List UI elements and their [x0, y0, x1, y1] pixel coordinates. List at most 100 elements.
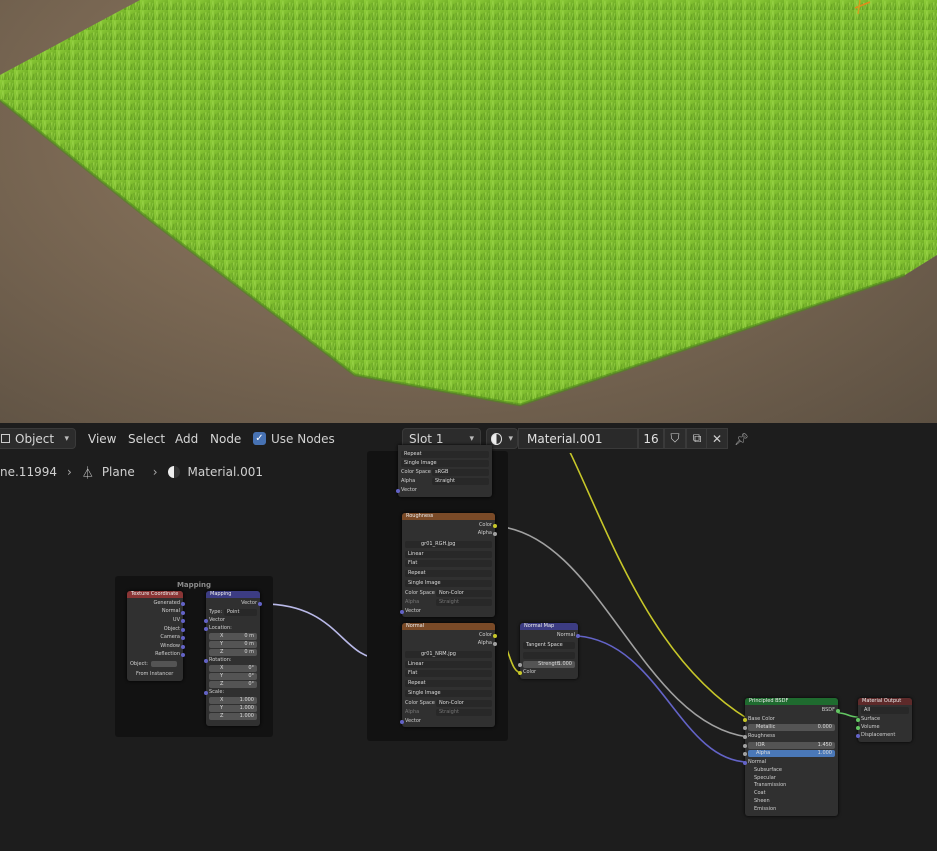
- location-y[interactable]: Y 0 m: [209, 641, 257, 648]
- socket[interactable]: [181, 636, 185, 640]
- socket[interactable]: [743, 761, 747, 765]
- material-users-count[interactable]: 16: [638, 428, 664, 449]
- alpha-dropdown[interactable]: Straight: [432, 478, 489, 485]
- socket[interactable]: [518, 663, 522, 667]
- node-header[interactable]: Roughness: [402, 513, 495, 520]
- node-texture-coordinate[interactable]: Texture Coordinate Generated Normal UV O…: [127, 591, 185, 681]
- socket[interactable]: [181, 653, 185, 657]
- source-dropdown[interactable]: Single Image: [401, 460, 489, 467]
- socket[interactable]: [856, 718, 860, 722]
- node-header[interactable]: Mapping: [206, 591, 260, 598]
- socket[interactable]: [493, 642, 497, 646]
- socket[interactable]: [743, 726, 747, 730]
- ior-field[interactable]: IOR 1.450: [748, 742, 835, 749]
- panel-transmission[interactable]: Transmission: [748, 782, 835, 789]
- node-header[interactable]: Normal: [402, 623, 495, 630]
- space-dropdown[interactable]: Tangent Space: [523, 642, 575, 649]
- node-header[interactable]: Normal Map: [520, 623, 578, 630]
- socket[interactable]: [493, 532, 497, 536]
- socket[interactable]: [396, 489, 400, 493]
- use-nodes-toggle[interactable]: ✓ Use Nodes: [253, 428, 335, 449]
- unlink-material-button[interactable]: ✕: [706, 428, 728, 449]
- panel-sheen[interactable]: Sheen: [748, 798, 835, 805]
- socket[interactable]: [856, 726, 860, 730]
- color-space-dropdown[interactable]: Non-Color: [436, 700, 492, 707]
- menu-view[interactable]: View: [84, 428, 120, 449]
- node-principled-bsdf[interactable]: Principled BSDF BSDF Base Color Metallic…: [743, 698, 840, 816]
- material-name-field[interactable]: Material.001: [518, 428, 638, 449]
- socket[interactable]: [181, 628, 185, 632]
- panel-subsurface[interactable]: Subsurface: [748, 767, 835, 774]
- socket[interactable]: [856, 734, 860, 738]
- location-x[interactable]: X 0 m: [209, 633, 257, 640]
- uv-map-field[interactable]: [523, 652, 575, 659]
- rotation-x[interactable]: X 0°: [209, 665, 257, 672]
- node-header[interactable]: Material Output: [858, 698, 912, 705]
- alpha-field[interactable]: Alpha 1.000: [748, 750, 835, 757]
- socket[interactable]: [743, 752, 747, 756]
- location-z[interactable]: Z 0 m: [209, 649, 257, 656]
- extension-dropdown[interactable]: Repeat: [405, 680, 492, 687]
- socket[interactable]: [576, 634, 580, 638]
- socket[interactable]: [204, 627, 208, 631]
- mode-dropdown[interactable]: Object ▾: [0, 428, 76, 449]
- socket[interactable]: [743, 744, 747, 748]
- node-header[interactable]: Principled BSDF: [745, 698, 838, 705]
- socket[interactable]: [204, 659, 208, 663]
- menu-select[interactable]: Select: [124, 428, 169, 449]
- socket[interactable]: [493, 524, 497, 528]
- node-normal-map[interactable]: Normal Map Normal Tangent Space Strength…: [518, 623, 580, 679]
- duplicate-material-button[interactable]: ⧉: [686, 428, 708, 449]
- socket[interactable]: [518, 671, 522, 675]
- node-material-output[interactable]: Material Output All Surface Volume Displ…: [856, 698, 912, 742]
- shader-node-editor[interactable]: Object ▾ View Select Add Node ✓ Use Node…: [0, 423, 937, 851]
- interpolation-dropdown[interactable]: Linear: [405, 551, 492, 558]
- socket[interactable]: [743, 735, 747, 739]
- node-header[interactable]: Texture Coordinate: [127, 591, 183, 598]
- source-dropdown[interactable]: Single Image: [405, 580, 492, 587]
- node-image-texture-color[interactable]: Repeat Single Image Color Space sRGB Alp…: [396, 445, 492, 497]
- extension-dropdown[interactable]: Repeat: [405, 570, 492, 577]
- socket[interactable]: [181, 611, 185, 615]
- socket[interactable]: [258, 602, 262, 606]
- interpolation-dropdown[interactable]: Linear: [405, 661, 492, 668]
- socket[interactable]: [204, 619, 208, 623]
- menu-add[interactable]: Add: [171, 428, 202, 449]
- socket[interactable]: [181, 645, 185, 649]
- source-dropdown[interactable]: Single Image: [405, 690, 492, 697]
- panel-coat[interactable]: Coat: [748, 790, 835, 797]
- color-space-dropdown[interactable]: Non-Color: [436, 590, 492, 597]
- metallic-field[interactable]: Metallic 0.000: [748, 724, 835, 731]
- socket[interactable]: [204, 691, 208, 695]
- socket[interactable]: [743, 718, 747, 722]
- scale-z[interactable]: Z 1.000: [209, 713, 257, 720]
- projection-dropdown[interactable]: Flat: [405, 670, 492, 677]
- rotation-y[interactable]: Y 0°: [209, 673, 257, 680]
- pin-button[interactable]: 📌︎: [734, 428, 749, 449]
- extension-dropdown[interactable]: Repeat: [401, 451, 489, 458]
- projection-dropdown[interactable]: Flat: [405, 560, 492, 567]
- node-image-texture-normal[interactable]: Normal Color Alpha gr01_NRM.jpg Linear F…: [400, 623, 497, 727]
- scale-x[interactable]: X 1.000: [209, 697, 257, 704]
- menu-node[interactable]: Node: [206, 428, 245, 449]
- object-field[interactable]: [151, 661, 177, 667]
- panel-specular[interactable]: Specular: [748, 775, 835, 782]
- color-space-dropdown[interactable]: sRGB: [432, 469, 489, 476]
- socket[interactable]: [400, 610, 404, 614]
- scale-y[interactable]: Y 1.000: [209, 705, 257, 712]
- image-selector[interactable]: gr01_RGH.jpg: [405, 541, 492, 548]
- target-dropdown[interactable]: All: [861, 707, 909, 714]
- alpha-dropdown[interactable]: Straight: [436, 709, 492, 716]
- rotation-z[interactable]: Z 0°: [209, 681, 257, 688]
- fake-user-button[interactable]: ⛉: [664, 428, 686, 449]
- node-image-texture-roughness[interactable]: Roughness Color Alpha gr01_RGH.jpg Linea…: [400, 513, 497, 617]
- panel-emission[interactable]: Emission: [748, 806, 835, 813]
- node-mapping[interactable]: Mapping Vector Type: Point Vector Locati…: [204, 591, 262, 726]
- socket[interactable]: [181, 602, 185, 606]
- from-instancer-checkbox[interactable]: From Instancer: [130, 671, 180, 678]
- socket[interactable]: [400, 720, 404, 724]
- strength-field[interactable]: Strength 1.000: [523, 661, 575, 668]
- socket[interactable]: [181, 619, 185, 623]
- 3d-viewport[interactable]: [0, 0, 937, 423]
- type-dropdown[interactable]: Point: [224, 609, 257, 616]
